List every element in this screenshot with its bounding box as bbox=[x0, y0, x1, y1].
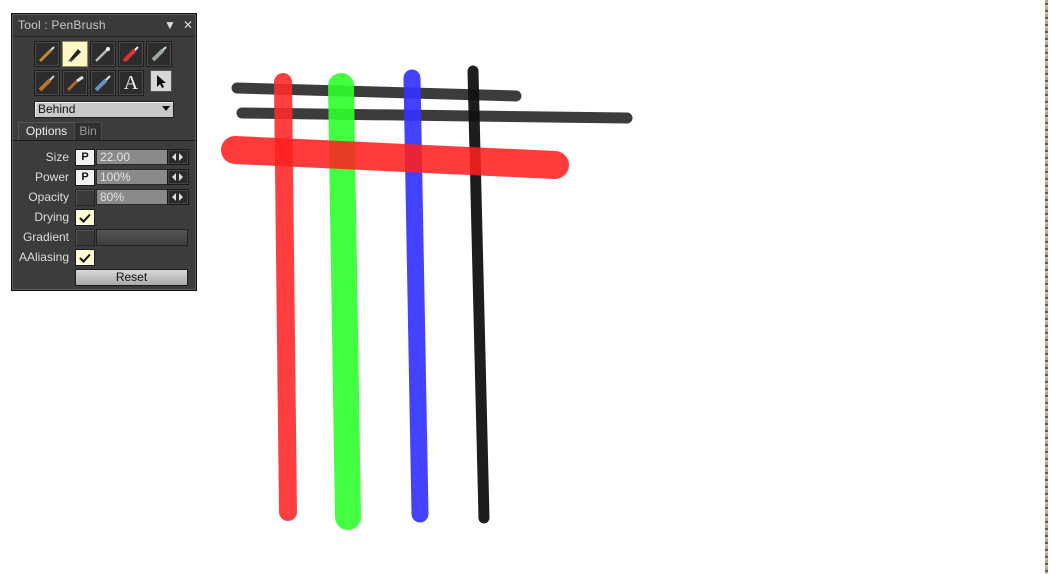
black-stroke-top-2 bbox=[236, 107, 633, 124]
blend-mode-value: Behind bbox=[38, 102, 76, 116]
tab-bin[interactable]: Bin bbox=[74, 122, 102, 140]
close-icon[interactable]: ✕ bbox=[181, 18, 195, 32]
red-stroke-horizontal bbox=[221, 136, 569, 179]
chevron-down-icon bbox=[162, 106, 170, 111]
aaliasing-checkbox[interactable] bbox=[75, 249, 95, 266]
size-pressure-toggle[interactable]: P bbox=[75, 149, 95, 166]
blue-stroke-vertical bbox=[403, 69, 429, 523]
panel-tabs: Options Bin bbox=[13, 122, 195, 141]
select-arrow-icon bbox=[157, 75, 166, 88]
airbrush-icon bbox=[95, 47, 110, 62]
drying-label: Drying bbox=[34, 210, 69, 224]
gradient-label: Gradient bbox=[22, 230, 69, 244]
opacity-stepper[interactable] bbox=[167, 189, 189, 205]
checkmark-icon bbox=[79, 213, 91, 223]
tool-text[interactable]: A bbox=[118, 70, 144, 96]
blend-mode-select[interactable]: Behind bbox=[34, 101, 174, 118]
marker-icon bbox=[122, 46, 139, 63]
gradient-swatch[interactable] bbox=[75, 229, 95, 246]
tool-knife[interactable] bbox=[62, 70, 88, 96]
size-stepper[interactable] bbox=[167, 149, 189, 165]
power-field[interactable]: 100% bbox=[96, 169, 169, 185]
gradient-bar[interactable] bbox=[96, 229, 188, 246]
tool-blur[interactable] bbox=[90, 70, 116, 96]
aaliasing-label: AAliasing bbox=[18, 250, 69, 264]
size-label: Size bbox=[45, 150, 69, 164]
text-icon: A bbox=[123, 72, 139, 94]
panel-title: Tool : PenBrush bbox=[18, 18, 106, 32]
tool-select[interactable] bbox=[150, 70, 172, 92]
opacity-pressure-toggle[interactable] bbox=[75, 189, 95, 206]
opacity-label: Opacity bbox=[28, 190, 69, 204]
knife-icon bbox=[66, 75, 84, 92]
tool-airbrush[interactable] bbox=[90, 41, 116, 67]
reset-button[interactable]: Reset bbox=[75, 269, 188, 286]
black-stroke-vertical bbox=[467, 65, 490, 524]
eraser-icon bbox=[151, 46, 167, 62]
power-stepper[interactable] bbox=[167, 169, 189, 185]
tab-options[interactable]: Options bbox=[18, 122, 75, 140]
tool-brush[interactable] bbox=[34, 41, 60, 67]
brush-icon bbox=[38, 46, 55, 63]
tool-eraser[interactable] bbox=[146, 41, 172, 67]
drying-checkbox[interactable] bbox=[75, 209, 95, 226]
opacity-field[interactable]: 80% bbox=[96, 189, 169, 205]
pen-icon bbox=[68, 49, 81, 62]
canvas-edge bbox=[1045, 0, 1048, 574]
size-field[interactable]: 22.00 bbox=[96, 149, 169, 165]
power-pressure-toggle[interactable]: P bbox=[75, 169, 95, 186]
checkmark-icon bbox=[79, 253, 91, 263]
panel-menu-icon[interactable]: ▼ bbox=[163, 18, 177, 32]
tool-panel: Tool : PenBrush ▼ ✕ A Behind Options Bin… bbox=[11, 13, 197, 291]
panel-titlebar[interactable]: Tool : PenBrush ▼ ✕ bbox=[13, 15, 195, 37]
tool-marker[interactable] bbox=[118, 41, 144, 67]
tool-pen[interactable] bbox=[62, 41, 88, 67]
flat-brush-icon bbox=[38, 75, 55, 92]
tool-flat-brush[interactable] bbox=[34, 70, 60, 96]
power-label: Power bbox=[34, 170, 69, 184]
blur-icon bbox=[94, 75, 111, 92]
